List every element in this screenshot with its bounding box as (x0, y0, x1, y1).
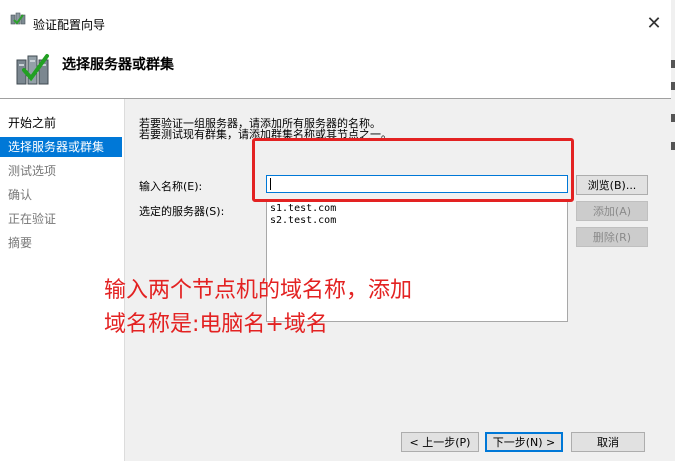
cancel-button[interactable]: 取消 (571, 432, 645, 452)
close-button[interactable]: ✕ (640, 10, 668, 36)
list-item[interactable]: s2.test.com (270, 215, 564, 227)
selected-servers-label: 选定的服务器(S): (139, 205, 225, 218)
annotation-text-line-1: 输入两个节点机的域名称，添加 (104, 278, 413, 303)
text-caret (270, 178, 271, 190)
close-icon: ✕ (646, 12, 662, 34)
remove-button[interactable]: 删除(R) (576, 227, 648, 247)
next-button[interactable]: 下一步(N) > (485, 432, 563, 452)
nav-step-select-servers[interactable]: 选择服务器或群集 (0, 137, 122, 157)
previous-button[interactable]: < 上一步(P) (401, 432, 479, 452)
cluster-validate-icon (14, 50, 52, 88)
window-title: 验证配置向导 (33, 18, 106, 32)
background-window-edge (671, 0, 675, 461)
browse-button[interactable]: 浏览(B)... (576, 175, 648, 195)
server-name-input[interactable] (266, 175, 568, 193)
add-button[interactable]: 添加(A) (576, 201, 648, 221)
wizard-header: 选择服务器或群集 (0, 38, 671, 98)
list-item[interactable]: s1.test.com (270, 203, 564, 215)
nav-step-validating: 正在验证 (8, 212, 57, 226)
nav-step-summary: 摘要 (8, 236, 33, 250)
page-title: 选择服务器或群集 (62, 57, 174, 73)
name-label: 输入名称(E): (139, 180, 203, 193)
nav-step-testing-options: 测试选项 (8, 164, 57, 178)
cluster-app-icon (10, 12, 26, 26)
description-line-2: 若要测试现有群集，请添加群集名称或其节点之一。 (139, 128, 392, 141)
nav-step-before-you-begin[interactable]: 开始之前 (0, 113, 122, 133)
title-bar: 验证配置向导 ✕ (0, 0, 671, 38)
wizard-window: 验证配置向导 ✕ 选择服务器或群集 开始之前 选择服务器或群集 测试选项 确认 … (0, 0, 671, 461)
nav-step-confirmation: 确认 (8, 188, 33, 202)
annotation-text-line-2: 域名称是:电脑名+域名 (104, 312, 328, 337)
